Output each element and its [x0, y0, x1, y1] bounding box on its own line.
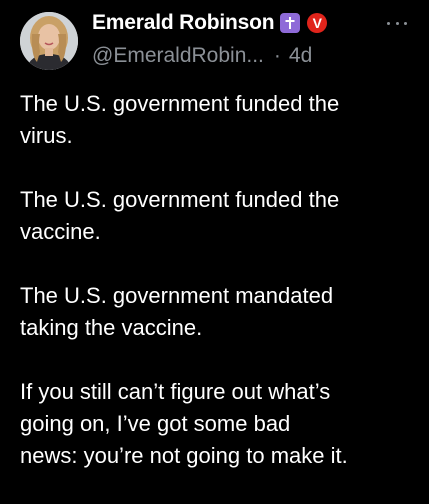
v-icon: V: [307, 13, 328, 33]
tweet-paragraph: The U.S. government funded the virus.: [20, 91, 340, 148]
timestamp[interactable]: 4d: [289, 44, 312, 68]
cross-icon: [280, 13, 301, 33]
more-dot: [395, 21, 399, 25]
display-name[interactable]: Emerald Robinson: [92, 11, 275, 35]
separator-dot: ·: [273, 44, 281, 67]
more-dot: [387, 21, 390, 25]
tweet-paragraph: The U.S. government mandated taking the …: [20, 283, 334, 340]
tweet-paragraph: If you still can’t figure out what’s goi…: [20, 379, 348, 468]
handle-row: @EmeraldRobin... · 4d: [92, 43, 312, 69]
more-dot: [404, 21, 407, 25]
more-options-icon[interactable]: [387, 18, 407, 28]
avatar[interactable]: [20, 12, 78, 70]
tweet: Emerald Robinson V @EmeraldRobin... · 4d…: [0, 0, 429, 500]
name-row: Emerald Robinson V: [92, 10, 328, 36]
user-handle[interactable]: @EmeraldRobin...: [92, 44, 264, 68]
tweet-paragraph: The U.S. government funded the vaccine.: [20, 187, 340, 244]
tweet-text: The U.S. government funded the virus. Th…: [20, 88, 424, 504]
avatar-photo-icon: [20, 12, 78, 70]
